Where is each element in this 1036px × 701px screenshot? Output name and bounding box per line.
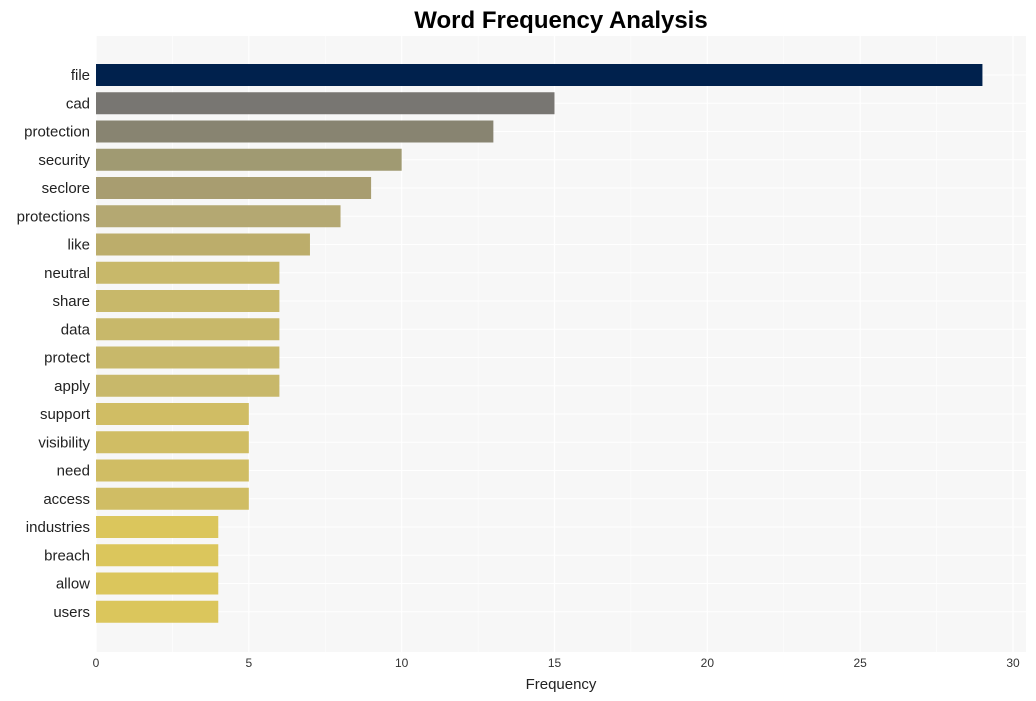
bar-allow [96,572,219,595]
y-label-file: file [71,67,90,84]
y-label-cad: cad [66,95,90,112]
x-tick-20: 20 [701,656,715,670]
x-tick-30: 30 [1006,656,1020,670]
bar-protections [96,205,341,228]
x-tick-5: 5 [245,656,252,670]
y-label-access: access [43,491,90,508]
bar-protect [96,346,280,369]
bar-like [96,233,310,256]
y-label-seclore: seclore [42,180,90,197]
bar-apply [96,374,280,397]
bar-need [96,459,249,482]
bar-protection [96,120,494,143]
y-label-need: need [57,463,90,480]
bar-industries [96,516,219,538]
y-label-protections: protections [17,208,90,225]
x-axis-ticks: 0 5 10 15 20 25 30 [93,656,1020,670]
y-label-users: users [53,604,90,621]
x-tick-0: 0 [93,656,100,670]
bar-security [96,148,402,171]
bar-users [96,600,219,623]
y-label-protect: protect [44,350,91,367]
bar-breach [96,544,219,567]
y-label-support: support [40,406,91,423]
y-label-data: data [61,321,91,338]
word-frequency-chart: filecadprotectionsecuritysecloreprotecti… [17,7,1026,693]
y-label-apply: apply [54,378,90,395]
y-label-visibility: visibility [38,434,90,451]
bar-data [96,318,280,341]
bar-share [96,290,280,312]
bar-neutral [96,261,280,284]
x-axis-label: Frequency [526,676,597,693]
y-label-neutral: neutral [44,265,90,282]
x-tick-15: 15 [548,656,562,670]
y-label-share: share [52,293,90,310]
x-tick-10: 10 [395,656,409,670]
bar-support [96,403,249,425]
y-label-protection: protection [24,124,90,141]
x-tick-25: 25 [853,656,867,670]
bar-visibility [96,431,249,454]
y-label-industries: industries [26,519,90,536]
bar-cad [96,92,555,115]
bar-file [96,64,983,86]
bar-seclore [96,177,372,199]
y-label-breach: breach [44,547,90,564]
bar-access [96,487,249,510]
y-axis-labels: filecadprotectionsecuritysecloreprotecti… [17,67,91,621]
y-label-like: like [67,237,90,254]
chart-title: Word Frequency Analysis [414,7,707,34]
y-label-allow: allow [56,576,90,593]
y-label-security: security [38,152,90,169]
